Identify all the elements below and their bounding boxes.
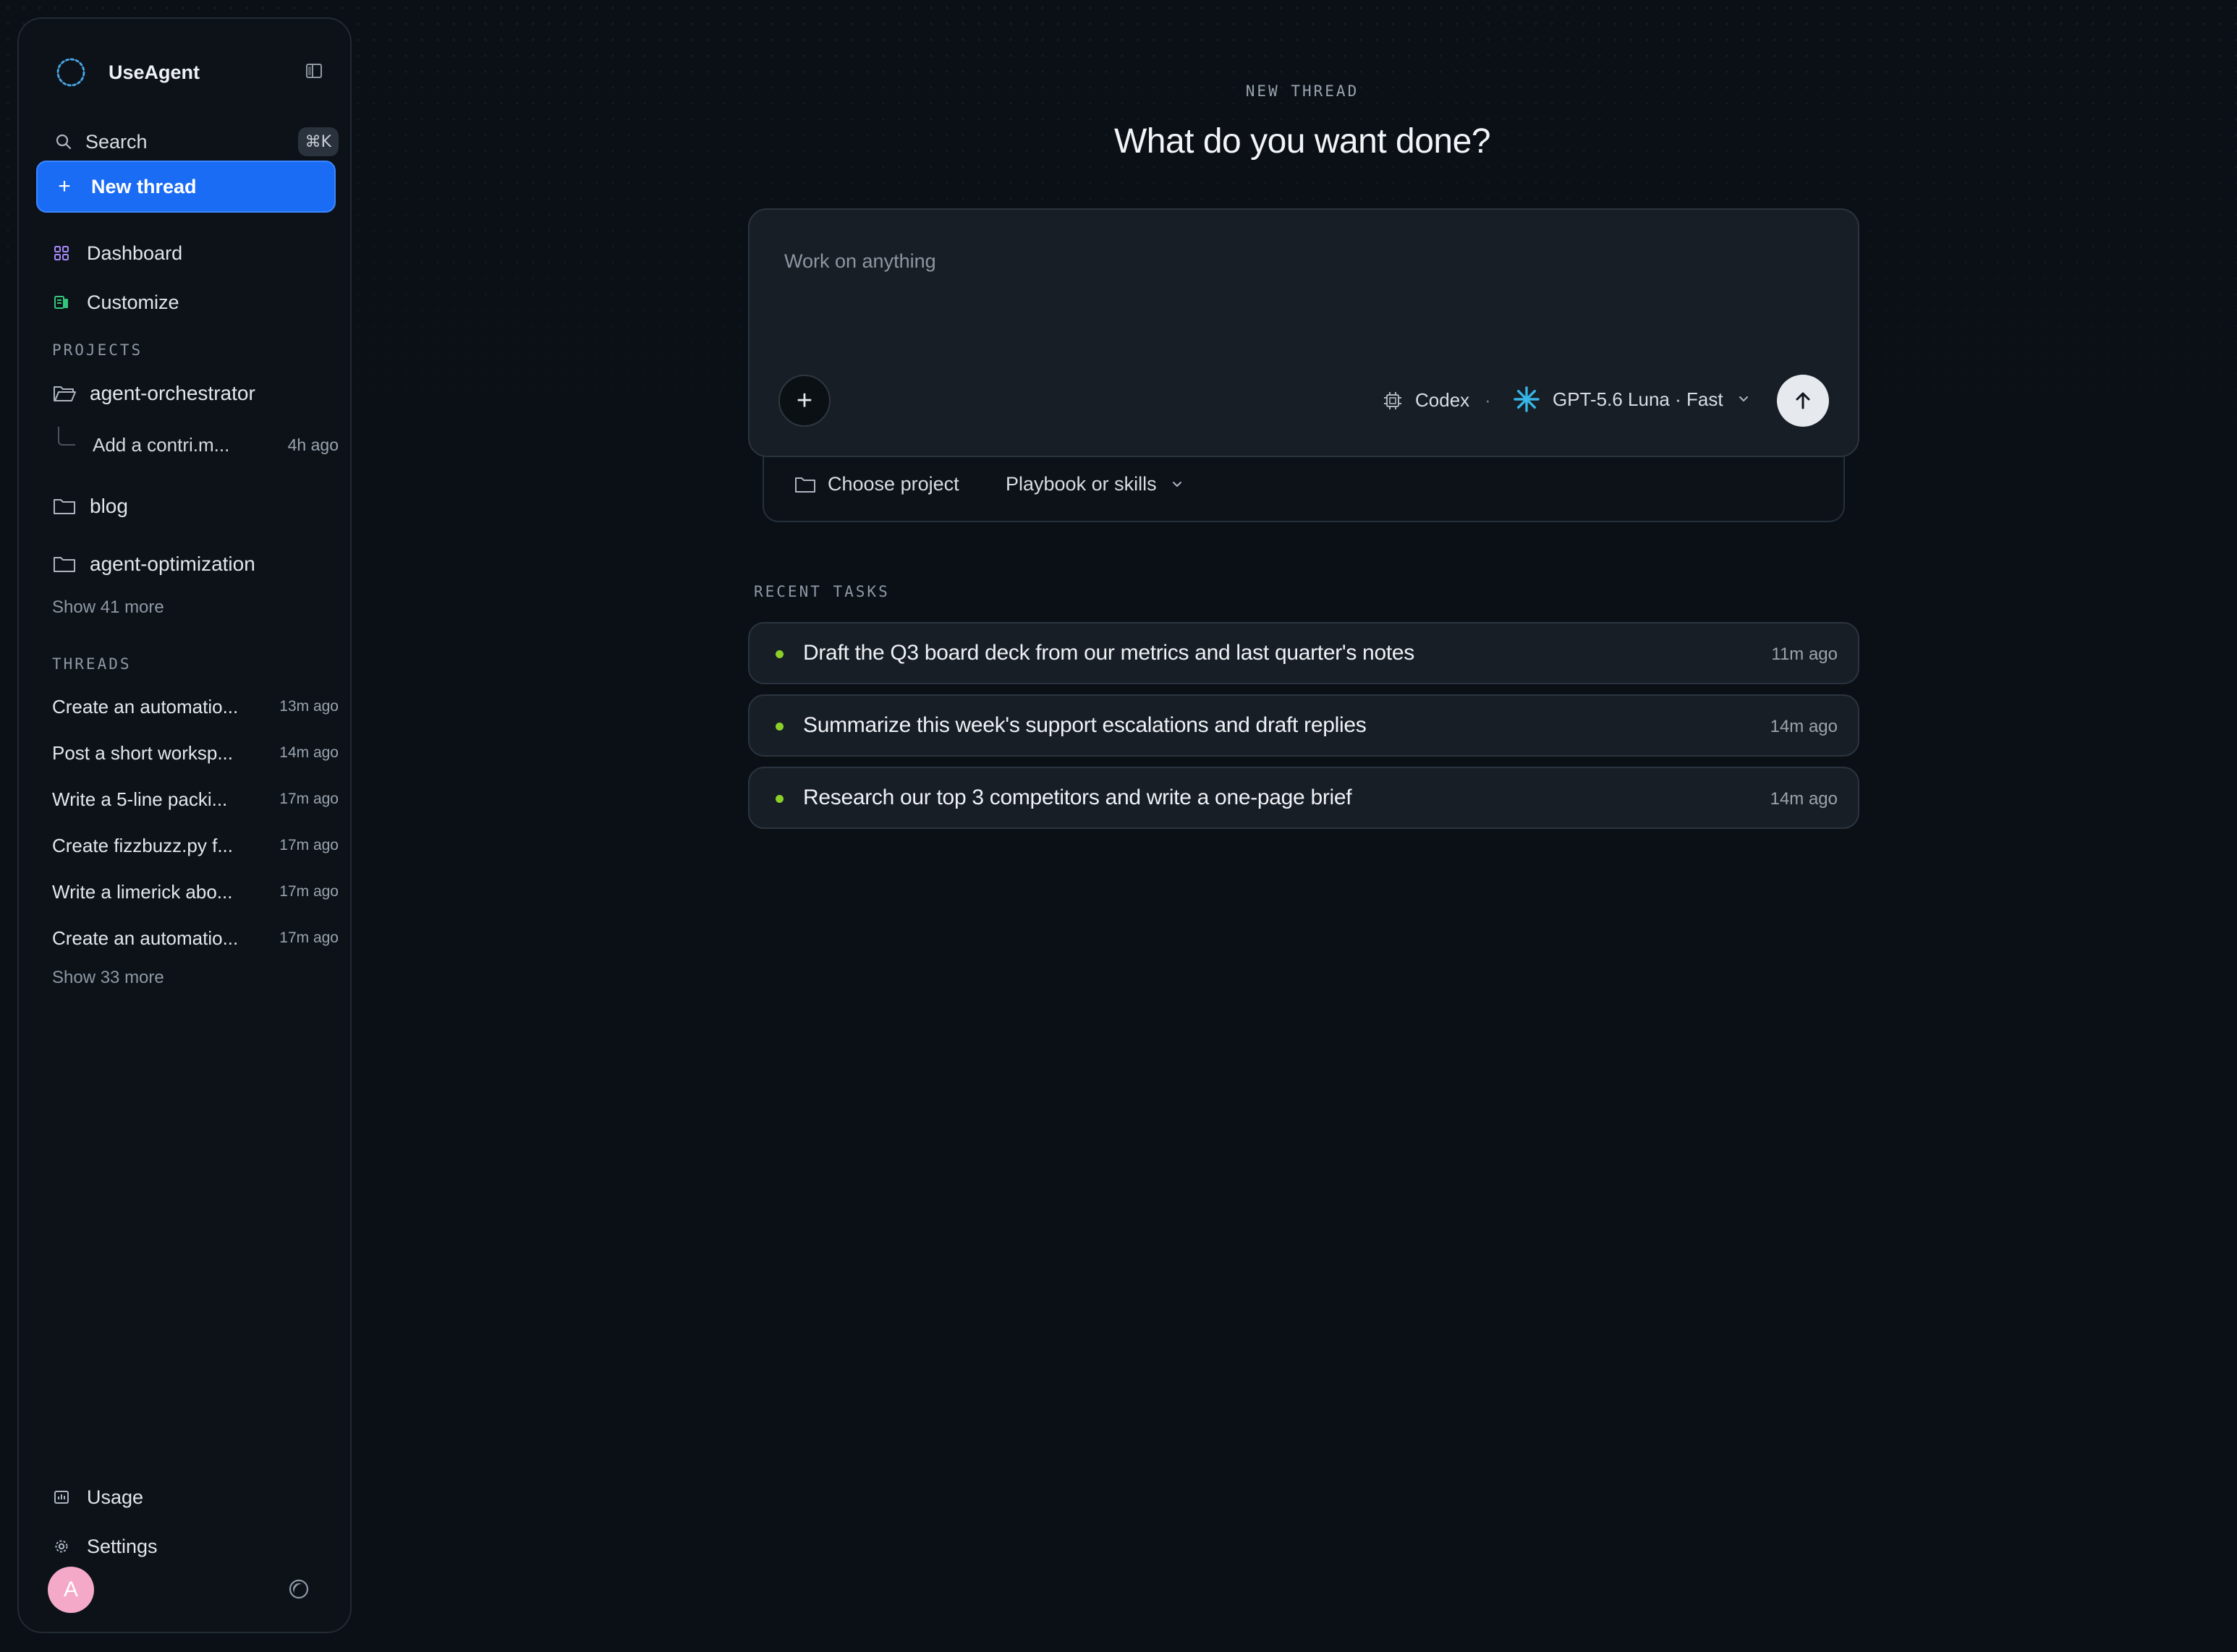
project-child-time: 4h ago <box>287 435 339 454</box>
folder-open-icon <box>54 386 76 401</box>
task-label: Draft the Q3 board deck from our metrics… <box>803 641 1414 665</box>
gear-icon <box>55 1540 68 1553</box>
recent-tasks-heading: RECENT TASKS <box>754 583 890 600</box>
folder-icon <box>54 557 75 572</box>
chevron-down-icon <box>1739 396 1748 401</box>
project-label: blog <box>90 495 128 517</box>
thread-label: Write a 5-line packi... <box>52 788 228 810</box>
task-time: 14m ago <box>1770 717 1838 736</box>
task-time: 14m ago <box>1770 789 1838 809</box>
threads-heading: THREADS <box>52 655 132 673</box>
thread-item[interactable]: Write a limerick abo... 17m ago <box>52 874 339 911</box>
task-label: Summarize this week's support escalation… <box>803 713 1367 737</box>
thread-time: 17m ago <box>279 837 339 853</box>
thread-label: Write a limerick abo... <box>52 881 233 903</box>
status-dot <box>776 650 784 658</box>
search-button[interactable]: Search ⌘K <box>54 124 339 159</box>
sparkle-icon <box>1514 386 1540 412</box>
brand[interactable]: UseAgent <box>54 38 200 107</box>
recent-task-item[interactable]: Research our top 3 competitors and write… <box>748 767 1859 829</box>
send-button[interactable] <box>1777 375 1829 427</box>
new-thread-label: New thread <box>91 175 197 197</box>
folder-icon <box>54 499 75 514</box>
thread-time: 14m ago <box>279 744 339 761</box>
thread-time: 17m ago <box>279 929 339 946</box>
thread-label: Create an automatio... <box>52 927 239 949</box>
page-eyebrow: NEW THREAD <box>1245 82 1359 100</box>
project-child-item[interactable]: Add a contri.m... 4h ago <box>58 427 340 463</box>
agent-label: Codex <box>1415 389 1470 411</box>
app-name: UseAgent <box>109 61 200 83</box>
thread-time: 17m ago <box>279 791 339 807</box>
sidebar-item-settings[interactable]: Settings <box>54 1528 158 1565</box>
search-icon <box>56 134 72 150</box>
thread-item[interactable]: Create fizzbuzz.py f... 17m ago <box>52 827 339 865</box>
customize-icon <box>54 296 68 309</box>
tree-branch-line <box>58 427 75 446</box>
composer-options-bar: Choose project Playbook or skills <box>763 448 1845 522</box>
project-label: agent-orchestrator <box>90 382 255 404</box>
search-shortcut-badge: ⌘K <box>297 127 339 156</box>
sidebar-item-label: Dashboard <box>87 242 183 264</box>
choose-project-label: Choose project <box>828 473 959 495</box>
project-item-agent-orchestrator[interactable]: agent-orchestrator <box>52 375 255 412</box>
usage-icon <box>54 1491 69 1504</box>
chevron-down-icon <box>1172 481 1181 487</box>
model-selector[interactable]: GPT-5.6 Luna · Fast <box>1512 385 1751 414</box>
folder-icon <box>795 477 815 493</box>
sidebar-item-usage[interactable]: Usage <box>54 1478 143 1516</box>
sidebar-item-label: Usage <box>87 1486 144 1508</box>
projects-heading: PROJECTS <box>52 341 143 359</box>
plus-icon: + <box>796 385 813 416</box>
status-dot <box>776 795 784 803</box>
sidebar-item-label: Settings <box>87 1535 158 1557</box>
dashboard-icon <box>54 246 69 260</box>
thread-item[interactable]: Post a short worksp... 14m ago <box>52 735 339 772</box>
composer[interactable]: Work on anything + Codex · GPT-5.6 Luna … <box>748 208 1859 457</box>
sidebar-toggle-icon[interactable] <box>304 61 324 81</box>
thread-label: Create fizzbuzz.py f... <box>52 835 233 856</box>
projects-show-more-link[interactable]: Show 41 more <box>52 597 164 618</box>
thread-time: 17m ago <box>279 883 339 900</box>
thread-label: Create an automatio... <box>52 696 239 718</box>
thread-item[interactable]: Write a 5-line packi... 17m ago <box>52 781 339 819</box>
thread-time: 13m ago <box>279 698 339 715</box>
choose-project-button[interactable]: Choose project <box>794 473 959 495</box>
sidebar-item-customize[interactable]: Customize <box>54 284 179 321</box>
project-item-agent-optimization[interactable]: agent-optimization <box>52 545 255 583</box>
task-label: Research our top 3 competitors and write… <box>803 785 1352 809</box>
separator-dot: · <box>1485 389 1491 411</box>
playbook-skills-label: Playbook or skills <box>1006 473 1157 495</box>
recent-task-item[interactable]: Summarize this week's support escalation… <box>748 694 1859 757</box>
sidebar-item-dashboard[interactable]: Dashboard <box>54 234 182 272</box>
thread-item[interactable]: Create an automatio... 17m ago <box>52 920 339 958</box>
project-item-blog[interactable]: blog <box>52 487 128 525</box>
thread-label: Post a short worksp... <box>52 742 233 764</box>
add-attachment-button[interactable]: + <box>778 375 831 427</box>
plus-icon: + <box>58 174 71 198</box>
task-time: 11m ago <box>1771 644 1838 664</box>
new-thread-button[interactable]: + New thread <box>36 161 336 213</box>
status-dot <box>776 723 784 731</box>
sidebar-item-label: Customize <box>87 291 179 313</box>
arrow-up-icon <box>1796 392 1810 409</box>
page-title: What do you want done? <box>1113 122 1491 161</box>
agent-selector[interactable]: Codex <box>1382 389 1469 412</box>
theme-toggle-icon[interactable] <box>286 1577 311 1601</box>
thread-item[interactable]: Create an automatio... 13m ago <box>52 689 339 726</box>
search-label: Search <box>85 130 148 153</box>
playbook-skills-dropdown[interactable]: Playbook or skills <box>1006 473 1184 495</box>
avatar[interactable]: A <box>48 1567 94 1613</box>
model-label: GPT-5.6 Luna · Fast <box>1553 388 1723 410</box>
threads-show-more-link[interactable]: Show 33 more <box>52 968 164 988</box>
brand-logo-icon <box>56 58 85 87</box>
project-label: agent-optimization <box>90 553 255 575</box>
composer-input[interactable]: Work on anything <box>784 250 936 273</box>
project-child-label: Add a contri.m... <box>93 434 230 456</box>
recent-task-item[interactable]: Draft the Q3 board deck from our metrics… <box>748 622 1859 684</box>
chip-icon <box>1384 391 1401 409</box>
sidebar: UseAgent Search ⌘K + New thread Dashboar… <box>17 17 352 1633</box>
